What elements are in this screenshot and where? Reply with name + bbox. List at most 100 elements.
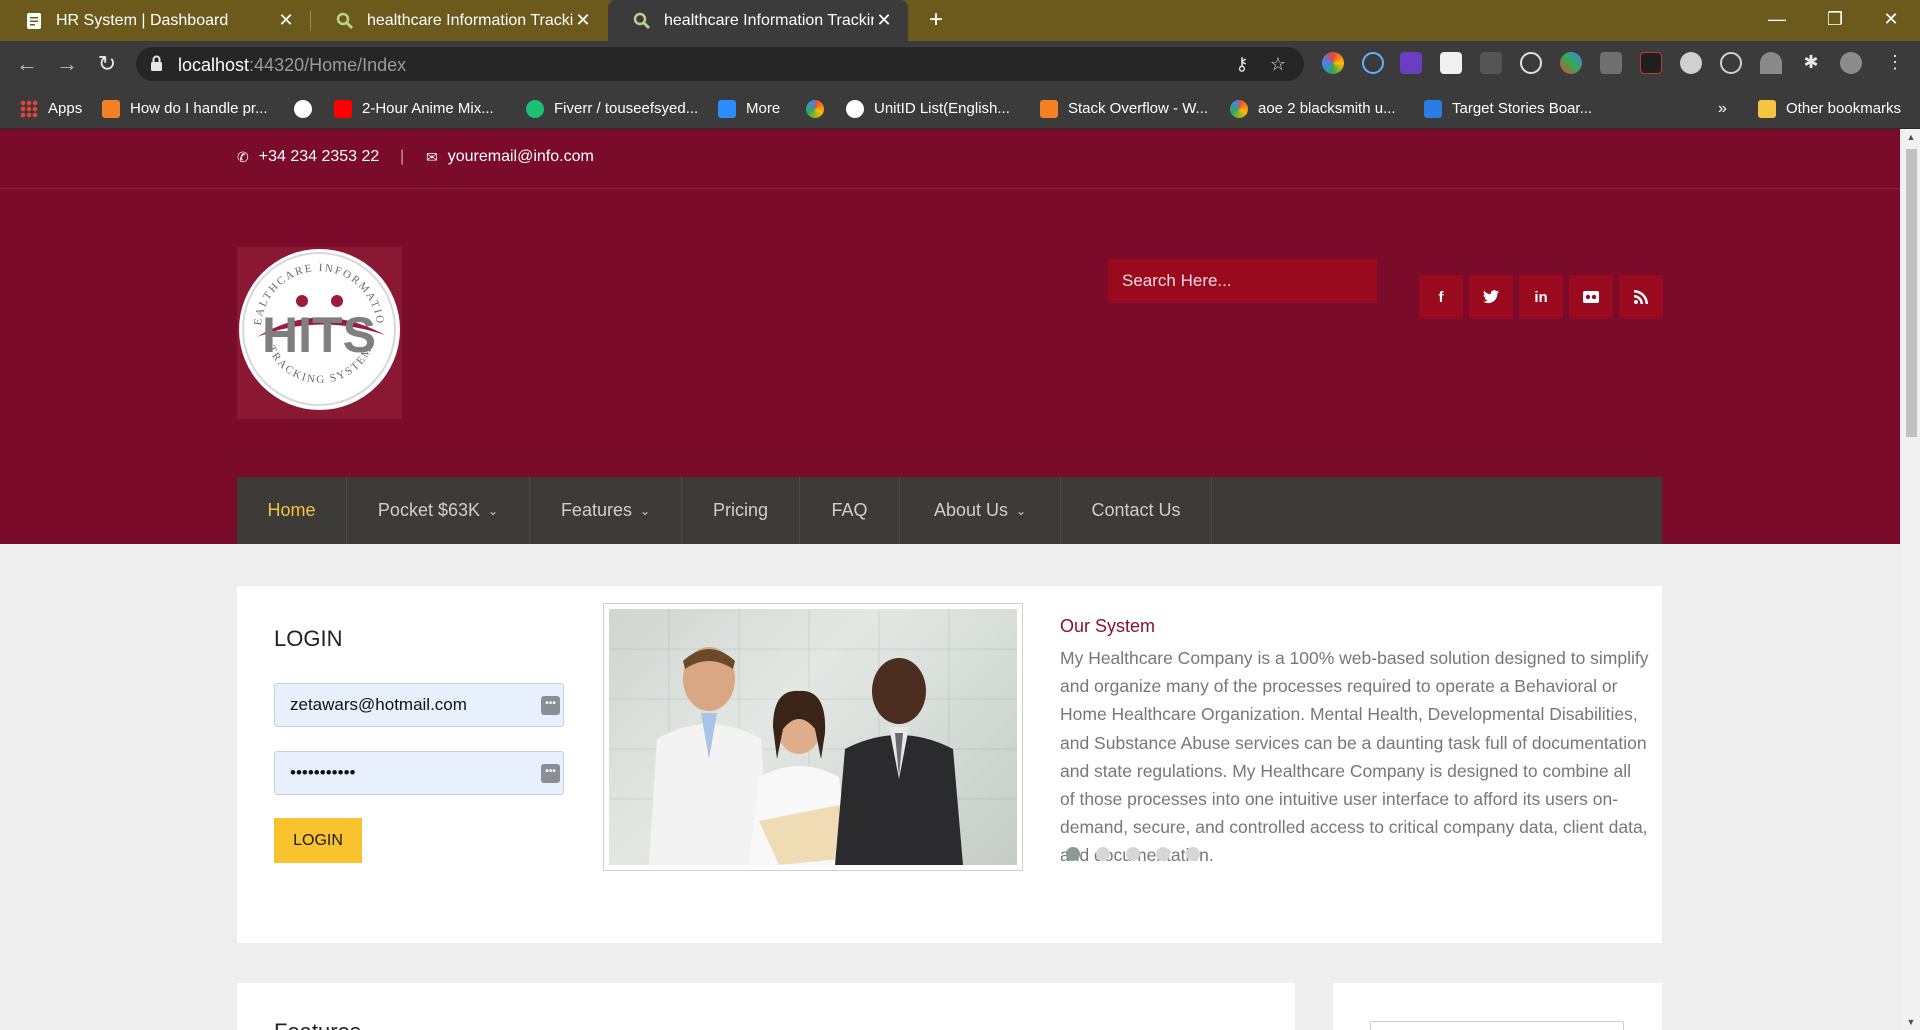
email-field[interactable]: zetawars@hotmail.com ••• — [274, 683, 564, 727]
tab-title: HR System | Dashboard — [56, 11, 229, 29]
nav-home[interactable]: Home — [237, 477, 347, 544]
login-card: LOGIN zetawars@hotmail.com ••• •••••••••… — [237, 586, 1662, 943]
close-tab-icon[interactable]: ✕ — [276, 10, 296, 31]
hits-logo[interactable]: HEALTHCARE INFORMATION TRACKING SYSTEM H… — [234, 240, 402, 419]
nav-pricing[interactable]: Pricing — [682, 477, 800, 544]
tab-healthcare-2[interactable]: healthcare Information Tracking S ✕ — [608, 0, 908, 41]
bookmark-how-do-i-handle[interactable]: How do I handle pr... — [102, 88, 268, 129]
folder-icon — [1758, 99, 1776, 118]
document-icon — [24, 11, 44, 31]
azure-boards-icon — [1424, 99, 1442, 118]
search-icon — [335, 11, 355, 31]
back-icon[interactable]: ← — [12, 50, 42, 80]
scroll-up-icon[interactable]: ▲ — [1902, 129, 1920, 145]
nav-about-us[interactable]: About Us ⌄ — [900, 477, 1061, 544]
close-tab-icon[interactable]: ✕ — [573, 10, 593, 31]
extension-c-icon[interactable] — [1362, 52, 1384, 74]
bookmark-apps[interactable]: Apps — [20, 88, 82, 129]
facebook-icon[interactable]: f — [1419, 275, 1463, 319]
bookmark-unitid[interactable]: UnitID List(English... — [846, 88, 1010, 129]
carousel-dot-2[interactable] — [1096, 847, 1110, 861]
search-icon — [632, 11, 652, 31]
close-window-icon[interactable]: ✕ — [1862, 0, 1920, 41]
linkedin-icon[interactable]: in — [1519, 275, 1563, 319]
url-text[interactable]: localhost:44320/Home/Index — [178, 55, 406, 76]
extension-square-icon[interactable] — [1440, 52, 1462, 74]
lock-icon[interactable] — [150, 55, 163, 72]
carousel-dot-3[interactable] — [1126, 847, 1140, 861]
extensions-puzzle-icon[interactable]: ✱ — [1800, 52, 1822, 74]
bookmark-google[interactable] — [806, 88, 834, 129]
nav-faq[interactable]: FAQ — [800, 477, 900, 544]
minimize-icon[interactable]: — — [1748, 0, 1806, 41]
scroll-down-icon[interactable]: ▼ — [1902, 1014, 1920, 1030]
password-manager-icon[interactable]: ••• — [541, 764, 560, 783]
chevron-down-icon: ⌄ — [639, 503, 651, 518]
extension-shield-icon[interactable] — [1600, 52, 1622, 74]
bookmark-globe[interactable] — [294, 88, 322, 129]
extension-circle-icon[interactable] — [1680, 52, 1702, 74]
login-title: LOGIN — [274, 626, 343, 651]
extension-drive-icon[interactable] — [1560, 52, 1582, 74]
tab-title: healthcare Information Tracking S — [664, 11, 874, 29]
key-icon[interactable]: ⚷ — [1232, 54, 1252, 74]
email-contact[interactable]: ✉ youremail@info.com — [426, 148, 594, 166]
google-icon — [1230, 99, 1248, 118]
main-navigation: Home Pocket $63K ⌄ Features ⌄ Pricing FAQ … — [237, 477, 1662, 544]
stackoverflow-icon — [1040, 99, 1058, 118]
bookmark-anime-mix[interactable]: 2-Hour Anime Mix... — [334, 88, 494, 129]
menu-kebab-icon[interactable]: ⋮ — [1884, 52, 1906, 74]
bookmarks-overflow-button[interactable]: » — [1718, 88, 1727, 129]
logo-graphic: HEALTHCARE INFORMATION TRACKING SYSTEM H… — [234, 240, 396, 406]
carousel-image — [603, 603, 1023, 871]
twitter-icon[interactable] — [1469, 275, 1513, 319]
tab-healthcare-1[interactable]: healthcare Information Tracking S ✕ — [311, 0, 607, 41]
extension-n-icon[interactable] — [1640, 52, 1662, 74]
password-field[interactable]: ••••••••••• ••• — [274, 751, 564, 795]
forward-icon[interactable]: → — [52, 50, 82, 80]
svg-text:HITS: HITS — [262, 307, 376, 363]
contact-topbar: ✆ +34 234 2353 22 | ✉ youremail@info.com — [0, 129, 1900, 189]
extension-arch-icon[interactable] — [1760, 52, 1782, 74]
other-bookmarks[interactable]: Other bookmarks — [1758, 88, 1901, 129]
reload-icon[interactable]: ↻ — [92, 50, 122, 80]
bookmark-stack-overflow[interactable]: Stack Overflow - W... — [1040, 88, 1208, 129]
bookmark-aoe2[interactable]: aoe 2 blacksmith u... — [1230, 88, 1396, 129]
carousel-dot-1[interactable] — [1066, 847, 1080, 861]
restore-icon[interactable]: ❐ — [1806, 0, 1864, 41]
extension-badge-icon[interactable] — [1400, 52, 1422, 74]
bookmark-more[interactable]: More — [718, 88, 780, 129]
extension-target-icon[interactable] — [1720, 52, 1742, 74]
globe-icon — [846, 99, 864, 118]
page-scrollbar[interactable]: ▲ ▼ — [1902, 129, 1920, 1030]
address-bar[interactable]: localhost:44320/Home/Index ⚷ ☆ — [136, 47, 1304, 81]
fiverr-icon — [526, 99, 544, 118]
carousel-dot-4[interactable] — [1156, 847, 1170, 861]
page-viewport: ✆ +34 234 2353 22 | ✉ youremail@info.com — [0, 129, 1920, 1030]
scrollbar-thumb[interactable] — [1906, 149, 1917, 437]
globe-icon — [294, 99, 312, 118]
carousel-dot-5[interactable] — [1186, 847, 1200, 861]
star-icon[interactable]: ☆ — [1268, 54, 1288, 74]
nav-contact-us[interactable]: Contact Us — [1061, 477, 1212, 544]
flickr-icon[interactable] — [1569, 275, 1613, 319]
bookmark-fiverr[interactable]: Fiverr / touseefsyed... — [526, 88, 698, 129]
new-tab-button[interactable]: + — [922, 6, 950, 34]
browser-tab-strip: HR System | Dashboard ✕ healthcare Infor… — [0, 0, 1920, 41]
nav-pocket[interactable]: Pocket $63K ⌄ — [347, 477, 530, 544]
chevron-down-icon: ⌄ — [488, 503, 499, 518]
rss-icon[interactable] — [1619, 275, 1663, 319]
extension-dots-icon[interactable] — [1480, 52, 1502, 74]
login-button[interactable]: LOGIN — [274, 818, 362, 863]
close-tab-icon[interactable]: ✕ — [874, 10, 894, 31]
outlook-icon — [718, 99, 736, 118]
doctors-photo — [609, 609, 1017, 865]
extension-atom-icon[interactable] — [1520, 52, 1542, 74]
extension-color-icon[interactable] — [1322, 52, 1344, 74]
password-manager-icon[interactable]: ••• — [541, 696, 560, 715]
nav-features[interactable]: Features ⌄ — [530, 477, 682, 544]
bookmark-target-stories[interactable]: Target Stories Boar... — [1424, 88, 1592, 129]
tab-hr-system[interactable]: HR System | Dashboard ✕ — [0, 0, 310, 41]
profile-avatar[interactable] — [1840, 52, 1862, 74]
search-input[interactable]: Search Here... — [1108, 259, 1377, 303]
